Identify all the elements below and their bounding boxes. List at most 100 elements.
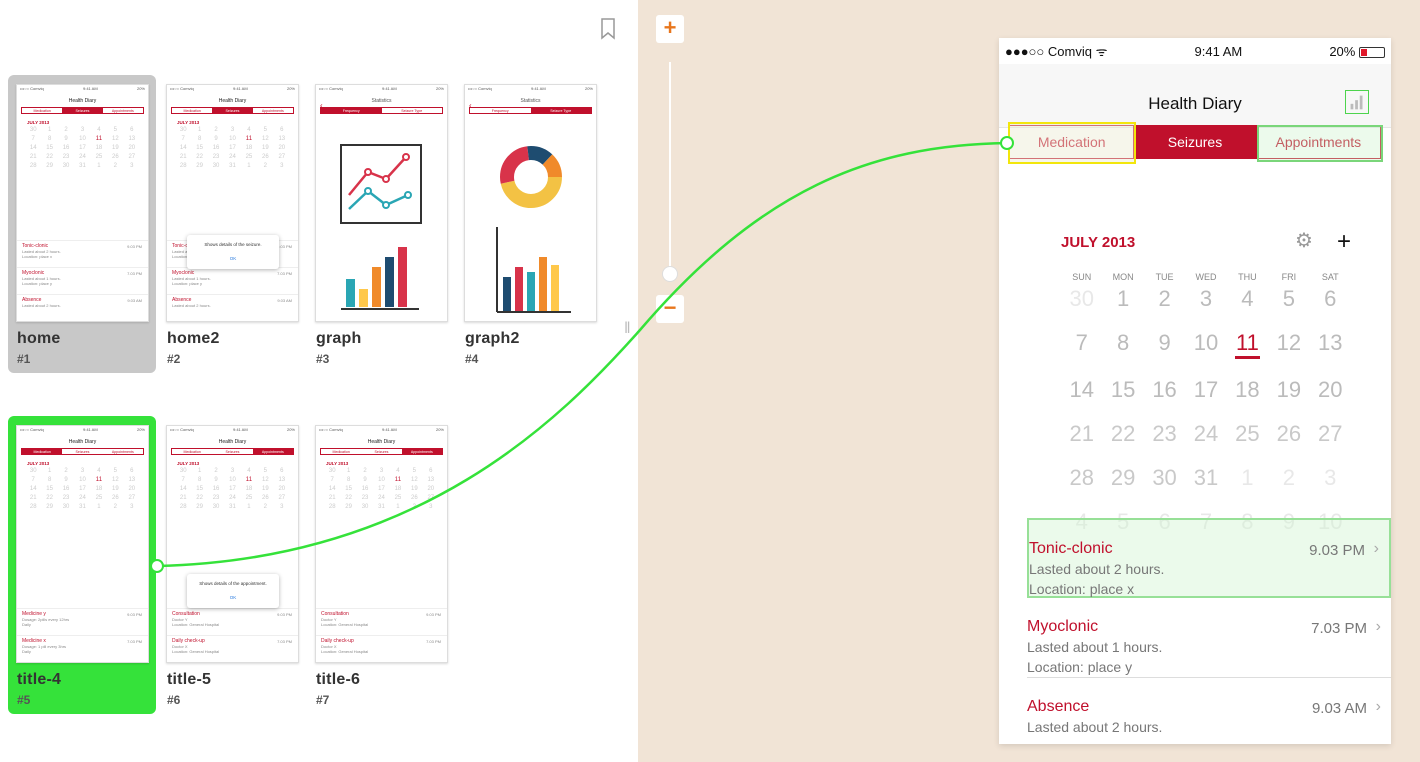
weekday-label: WED: [1195, 272, 1217, 282]
screen-thumbnail[interactable]: •••○○ Comviq 9:41 AM 20% Health Diary Medica…: [166, 425, 299, 663]
mini-day: 11: [394, 477, 402, 483]
mini-list-item: Medicine y 9.03 PM Dosage: 2pills every 12…: [17, 608, 148, 635]
calendar-day[interactable]: 12: [1268, 330, 1309, 359]
mini-dialog: Shows details of the seizure. OK: [187, 235, 279, 269]
calendar-day[interactable]: 25: [1227, 421, 1268, 447]
calendar-day[interactable]: 24: [1185, 421, 1226, 447]
calendar-day[interactable]: 5: [1268, 286, 1309, 312]
calendar-day[interactable]: 1: [1102, 286, 1143, 312]
screen-thumbnail[interactable]: •••○○ Comviq 9:41 AM 20% Health Diary Medica…: [166, 84, 299, 322]
calendar-day[interactable]: 22: [1102, 421, 1143, 447]
mini-item-time: 9.03 PM: [277, 612, 292, 617]
calendar-day[interactable]: 7: [1061, 330, 1102, 359]
mini-day: 2: [113, 163, 118, 169]
calendar-day[interactable]: 28: [1061, 465, 1102, 491]
chevron-right-icon: ›: [1375, 698, 1381, 715]
mini-day: 10: [79, 477, 86, 483]
calendar-day[interactable]: 15: [1102, 377, 1143, 403]
panel-resize-handle[interactable]: ‖: [624, 320, 632, 340]
today-day[interactable]: 11: [1234, 330, 1261, 359]
mini-day: 31: [79, 504, 86, 510]
calendar-day[interactable]: 2: [1144, 286, 1185, 312]
screen-thumbnail[interactable]: •••○○ Comviq 9:41 AM 20% ‹ Statistics Frequen…: [315, 84, 448, 322]
calendar-day[interactable]: 14: [1061, 377, 1102, 403]
calendar-day[interactable]: 10: [1185, 330, 1226, 359]
mini-item-time: 7.03 PM: [277, 639, 292, 644]
mini-day: 2: [214, 127, 218, 133]
mini-day: 16: [361, 486, 369, 492]
calendar-day[interactable]: 31: [1185, 465, 1226, 491]
calendar-day[interactable]: 30: [1144, 465, 1185, 491]
mini-day: 15: [196, 145, 203, 151]
screen-thumbnail[interactable]: •••○○ Comviq 9:41 AM 20% Health Diary Medica…: [315, 425, 448, 663]
event-duration: Lasted about 1 hours.: [1027, 639, 1163, 655]
screen-thumbnail[interactable]: •••○○ Comviq 9:41 AM 20% ‹ Statistics Frequen…: [464, 84, 597, 322]
calendar-day[interactable]: 20: [1310, 377, 1351, 403]
calendar-day[interactable]: 6: [1310, 286, 1351, 312]
mini-carrier: •••○○ Comviq: [170, 427, 194, 432]
mini-calendar: 30 1 2 3 4 5 6 7 8 9 10 11 12 13 14 15 16 17 18 19 20 21 22 23 2…: [324, 468, 439, 510]
calendar-day[interactable]: 18: [1227, 377, 1268, 403]
mini-item-line1: Lasted about 2 hours.: [172, 303, 211, 308]
calendar-day[interactable]: 4: [1227, 286, 1268, 312]
screen-card[interactable]: •••○○ Comviq 9:41 AM 20% Health Diary Medica…: [307, 416, 455, 714]
statistics-chart-icon[interactable]: [1345, 90, 1369, 114]
screen-card[interactable]: •••○○ Comviq 9:41 AM 20% ‹ Statistics Frequen…: [456, 75, 604, 373]
mini-time: 9:41 AM: [83, 427, 98, 432]
calendar-day[interactable]: 3: [1310, 465, 1351, 491]
mini-list: Medicine y 9.03 PM Dosage: 2pills every 12…: [17, 608, 148, 662]
screen-card[interactable]: •••○○ Comviq 9:41 AM 20% ‹ Statistics Frequen…: [307, 75, 455, 373]
calendar-day[interactable]: 3: [1185, 286, 1226, 312]
mini-day: 6: [429, 468, 433, 474]
screen-card[interactable]: •••○○ Comviq 9:41 AM 20% Health Diary Medica…: [8, 416, 156, 714]
tab-seizures[interactable]: Seizures: [1133, 126, 1257, 158]
mini-day: 4: [97, 468, 101, 474]
mini-day: 4: [97, 127, 101, 133]
event-row[interactable]: Myoclonic Lasted about 1 hours. Location: …: [1027, 598, 1391, 678]
calendar-day[interactable]: 27: [1310, 421, 1351, 447]
calendar-day[interactable]: 1: [1227, 465, 1268, 491]
calendar-day[interactable]: 8: [1102, 330, 1143, 359]
screen-number: #6: [167, 693, 181, 707]
zoom-slider-handle[interactable]: [662, 266, 678, 282]
weekday-label: TUE: [1155, 272, 1174, 282]
mini-day: 26: [112, 154, 119, 160]
zoom-slider-track[interactable]: [669, 62, 671, 274]
screen-card[interactable]: •••○○ Comviq 9:41 AM 20% Health Diary Medica…: [8, 75, 156, 373]
calendar-day[interactable]: 21: [1061, 421, 1102, 447]
zoom-out-button[interactable]: −: [656, 295, 684, 323]
screen-thumbnail[interactable]: •••○○ Comviq 9:41 AM 20% Health Diary Medica…: [16, 84, 149, 322]
screen-thumbnail[interactable]: •••○○ Comviq 9:41 AM 20% Health Diary Medica…: [16, 425, 149, 663]
mini-day: 20: [427, 486, 435, 492]
event-row[interactable]: Tonic-clonic Lasted about 2 hours. Locatio…: [1027, 518, 1391, 598]
mini-day: 2: [214, 468, 218, 474]
calendar-day[interactable]: 23: [1144, 421, 1185, 447]
event-row[interactable]: Absence Lasted about 2 hours. 9.03 AM ›: [1027, 678, 1391, 744]
mini-day: 19: [411, 486, 418, 492]
bookmark-icon[interactable]: [600, 18, 616, 40]
hotspot-medication-highlight[interactable]: [1008, 122, 1136, 164]
calendar-day[interactable]: 2: [1268, 465, 1309, 491]
add-event-icon[interactable]: +: [1337, 228, 1351, 256]
mini-day: 8: [47, 477, 52, 483]
zoom-in-button[interactable]: +: [656, 15, 684, 43]
mini-day: 21: [179, 154, 187, 160]
calendar-day[interactable]: 9: [1144, 330, 1185, 359]
calendar-day[interactable]: 26: [1268, 421, 1309, 447]
calendar-day[interactable]: 19: [1268, 377, 1309, 403]
hotspot-appointments-highlight[interactable]: [1257, 125, 1383, 162]
back-chevron-icon: ‹: [469, 101, 472, 110]
screen-card[interactable]: •••○○ Comviq 9:41 AM 20% Health Diary Medica…: [158, 416, 306, 714]
calendar: JULY 2013 ⚙ + SUN MON TUE WED THU FRI SAT 30 1 2…: [1061, 228, 1351, 535]
calendar-day[interactable]: 13: [1310, 330, 1351, 359]
screen-card[interactable]: •••○○ Comviq 9:41 AM 20% Health Diary Medica…: [158, 75, 306, 373]
calendar-day[interactable]: 30: [1061, 286, 1102, 312]
calendar-day[interactable]: 16: [1144, 377, 1185, 403]
mini-tab: Seizure Type: [401, 109, 423, 113]
calendar-day[interactable]: 29: [1102, 465, 1143, 491]
mini-day: 30: [29, 127, 37, 133]
mini-status-bar: •••○○ Comviq 9:41 AM 20%: [17, 85, 148, 93]
screens-panel: •••○○ Comviq 9:41 AM 20% Health Diary Medica…: [0, 0, 638, 762]
calendar-day[interactable]: 17: [1185, 377, 1226, 403]
settings-gear-icon[interactable]: ⚙: [1295, 228, 1313, 256]
